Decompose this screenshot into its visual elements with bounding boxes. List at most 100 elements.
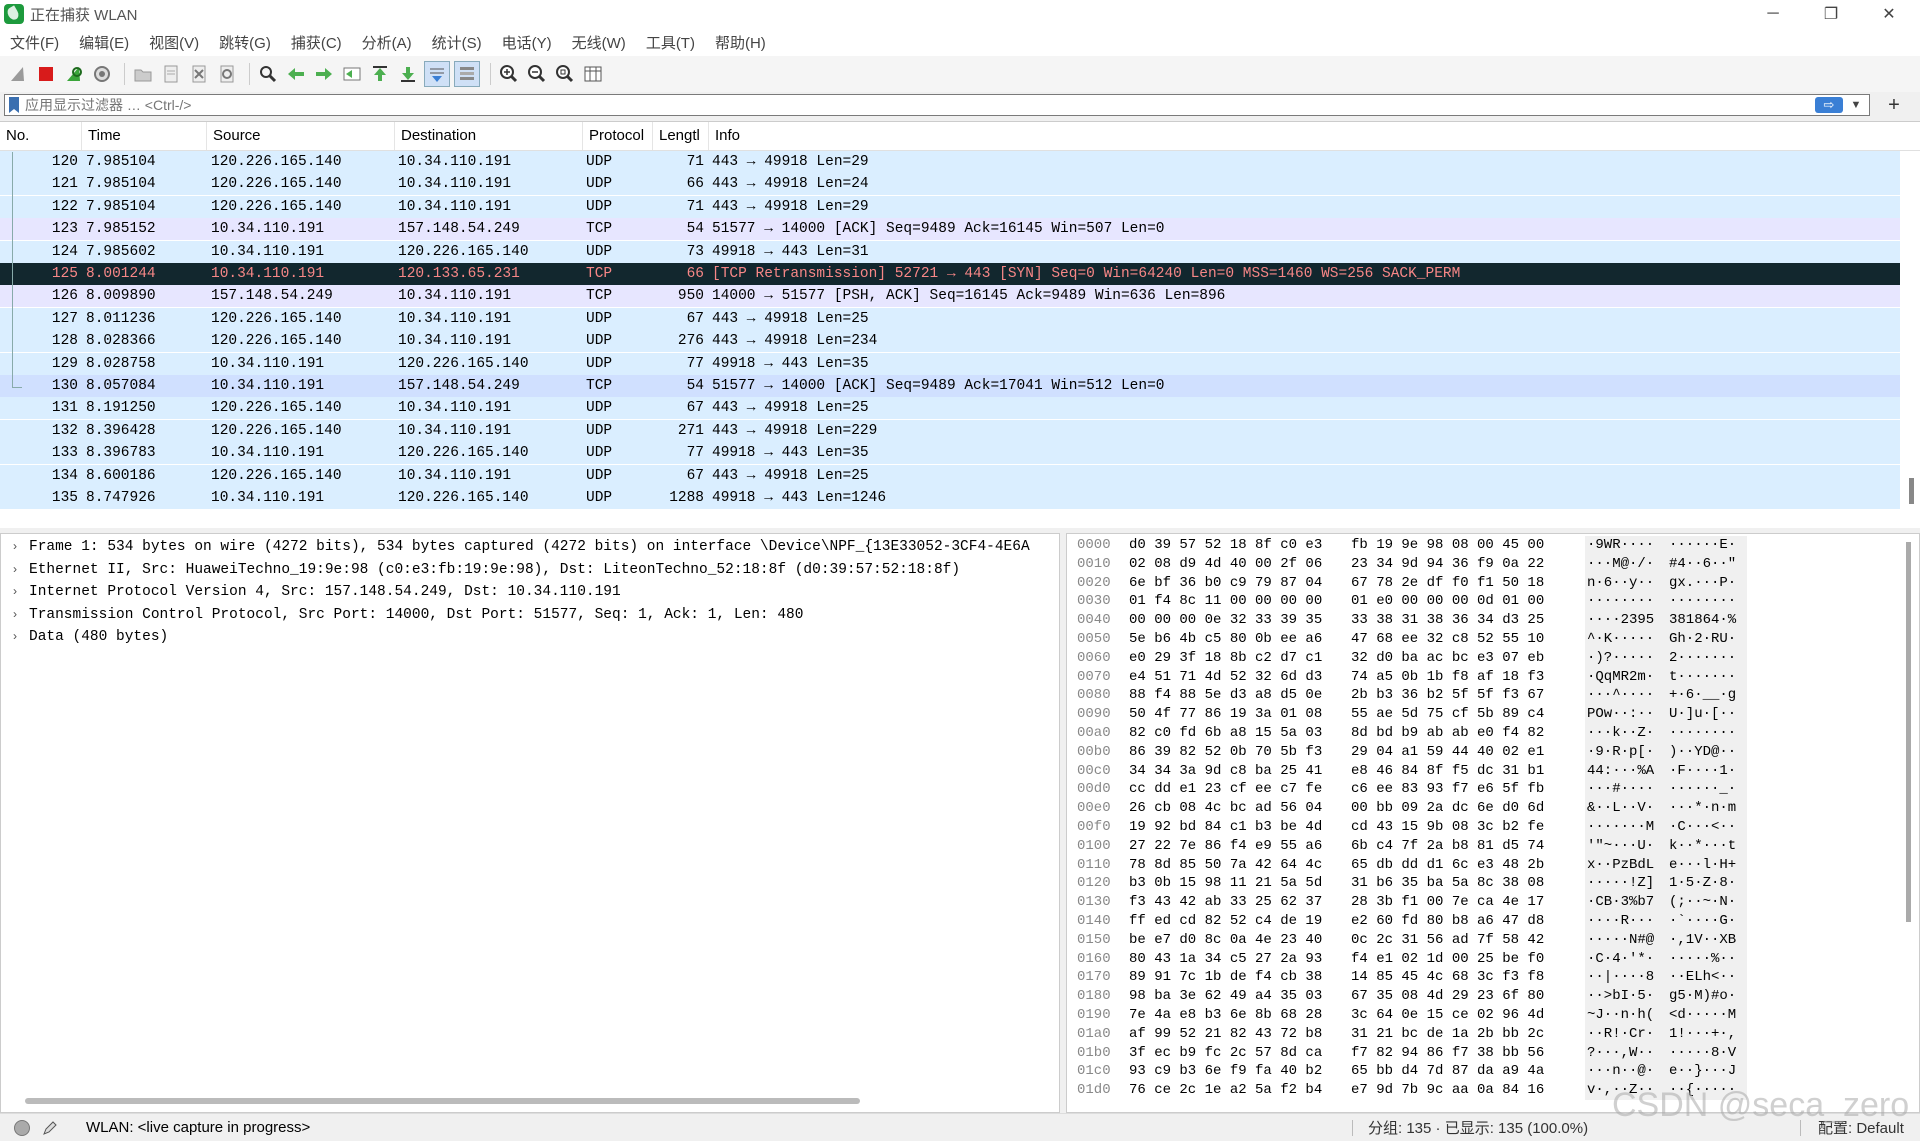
hex-bytes[interactable]: e4 51 71 4d 52 32 6d d3 <box>1129 668 1322 687</box>
ascii-bytes[interactable]: ······E· <box>1669 536 1736 555</box>
hex-offset[interactable]: 01d0 <box>1077 1081 1111 1100</box>
hex-bytes[interactable]: 3f ec b9 fc 2c 57 8d ca <box>1129 1044 1322 1063</box>
ascii-bytes[interactable]: ··|····8 <box>1587 968 1654 987</box>
ascii-bytes[interactable]: (;··~·N· <box>1669 893 1736 912</box>
details-horizontal-scrollbar[interactable] <box>25 1098 860 1104</box>
ascii-bytes[interactable]: x··PzBdL <box>1587 856 1654 875</box>
ascii-bytes[interactable]: ·CB·3%b7 <box>1587 893 1654 912</box>
hex-bytes[interactable]: e2 60 fd 80 b8 a6 47 d8 <box>1351 912 1544 931</box>
hex-offset[interactable]: 0140 <box>1077 912 1111 931</box>
hex-bytes[interactable]: 02 08 d9 4d 40 00 2f 06 <box>1129 555 1322 574</box>
ascii-bytes[interactable]: ··>bI·5· <box>1587 987 1654 1006</box>
menu-analyze[interactable]: 分析(A) <box>352 32 422 53</box>
ascii-bytes[interactable]: e···l·H+ <box>1669 856 1736 875</box>
menu-tools[interactable]: 工具(T) <box>636 32 705 53</box>
hex-offset[interactable]: 0050 <box>1077 630 1111 649</box>
hex-offset[interactable]: 0020 <box>1077 574 1111 593</box>
hex-offset[interactable]: 01b0 <box>1077 1044 1111 1063</box>
hex-offset[interactable]: 0010 <box>1077 555 1111 574</box>
column-header-source[interactable]: Source <box>207 122 395 150</box>
column-header-length[interactable]: Lengtl <box>653 122 709 150</box>
menu-wireless[interactable]: 无线(W) <box>562 32 636 53</box>
detail-tree-item[interactable]: › Internet Protocol Version 4, Src: 157.1… <box>1 581 1059 604</box>
hex-bytes[interactable]: e8 46 84 8f f5 dc 31 b1 <box>1351 762 1544 781</box>
hex-bytes[interactable]: f3 43 42 ab 33 25 62 37 <box>1129 893 1322 912</box>
ascii-bytes[interactable]: ········ <box>1669 724 1736 743</box>
hex-bytes[interactable]: f4 e1 02 1d 00 25 be f0 <box>1351 950 1544 969</box>
hex-bytes[interactable]: 55 ae 5d 75 cf 5b 89 c4 <box>1351 705 1544 724</box>
hex-offset[interactable]: 01c0 <box>1077 1062 1111 1081</box>
hex-bytes[interactable]: 80 43 1a 34 c5 27 2a 93 <box>1129 950 1322 969</box>
ascii-bytes[interactable]: ·,1V··XB <box>1669 931 1736 950</box>
hex-bytes[interactable]: 89 91 7c 1b de f4 cb 38 <box>1129 968 1322 987</box>
ascii-bytes[interactable]: gx.···P· <box>1669 574 1736 593</box>
hex-bytes[interactable]: 67 78 2e df f0 f1 50 18 <box>1351 574 1544 593</box>
menu-statistics[interactable]: 统计(S) <box>422 32 492 53</box>
hex-bytes[interactable]: cd 43 15 9b 08 3c b2 fe <box>1351 818 1544 837</box>
ascii-bytes[interactable]: g5·M)#o· <box>1669 987 1736 1006</box>
hex-bytes[interactable]: 76 ce 2c 1e a2 5a f2 b4 <box>1129 1081 1322 1100</box>
hex-bytes[interactable]: 32 d0 ba ac bc e3 07 eb <box>1351 649 1544 668</box>
ascii-bytes[interactable]: ···M@·/· <box>1587 555 1654 574</box>
hex-bytes[interactable]: f7 82 94 86 f7 38 bb 56 <box>1351 1044 1544 1063</box>
ascii-bytes[interactable]: &··L··V· <box>1587 799 1654 818</box>
ascii-bytes[interactable]: ···*·n·m <box>1669 799 1736 818</box>
capture-comment-icon[interactable] <box>42 1120 58 1136</box>
ascii-bytes[interactable]: Gh·2·RU· <box>1669 630 1736 649</box>
hex-bytes[interactable]: d0 39 57 52 18 8f c0 e3 <box>1129 536 1322 555</box>
hex-bytes[interactable]: af 99 52 21 82 43 72 b8 <box>1129 1025 1322 1044</box>
ascii-bytes[interactable]: +·6·__·g <box>1669 686 1736 705</box>
hex-bytes[interactable]: 0c 2c 31 56 ad 7f 58 42 <box>1351 931 1544 950</box>
hex-bytes[interactable]: 31 b6 35 ba 5a 8c 38 08 <box>1351 874 1544 893</box>
hex-bytes[interactable]: cc dd e1 23 cf ee c7 fe <box>1129 780 1322 799</box>
profile-label[interactable]: 配置: Default <box>1818 1117 1904 1138</box>
add-filter-button[interactable]: + <box>1882 94 1906 116</box>
ascii-bytes[interactable]: <d·····M <box>1669 1006 1736 1025</box>
ascii-bytes[interactable]: ·····!Z] <box>1587 874 1654 893</box>
ascii-bytes[interactable]: ··ELh<·· <box>1669 968 1736 987</box>
hex-bytes[interactable]: 3c 64 0e 15 ce 02 96 4d <box>1351 1006 1544 1025</box>
ascii-bytes[interactable]: 381864·% <box>1669 611 1736 630</box>
packet-row[interactable]: 121 7.985104 120.226.165.140 10.34.110.191 U… <box>0 173 1900 196</box>
go-back-icon[interactable] <box>284 62 308 86</box>
hex-bytes[interactable]: be e7 d0 8c 0a 4e 23 40 <box>1129 931 1322 950</box>
hex-bytes[interactable]: 27 22 7e 86 f4 e9 55 a6 <box>1129 837 1322 856</box>
packet-row[interactable]: 128 8.028366 120.226.165.140 10.34.110.191 U… <box>0 330 1900 353</box>
resize-columns-icon[interactable] <box>581 62 605 86</box>
ascii-bytes[interactable]: ·····N#@ <box>1587 931 1654 950</box>
hex-bytes[interactable]: 01 f4 8c 11 00 00 00 00 <box>1129 592 1322 611</box>
go-to-packet-icon[interactable] <box>340 62 364 86</box>
column-header-info[interactable]: Info <box>709 122 1920 150</box>
ascii-bytes[interactable]: t······· <box>1669 668 1736 687</box>
packet-row[interactable]: 130 8.057084 10.34.110.191 157.148.54.249 TC… <box>0 375 1900 397</box>
ascii-bytes[interactable]: 1!···+·, <box>1669 1025 1736 1044</box>
column-header-protocol[interactable]: Protocol <box>583 122 653 150</box>
ascii-bytes[interactable]: 2······· <box>1669 649 1736 668</box>
hex-bytes[interactable]: 28 3b f1 00 7e ca 4e 17 <box>1351 893 1544 912</box>
packet-row[interactable]: 122 7.985104 120.226.165.140 10.34.110.191 U… <box>0 195 1900 218</box>
detail-tree-item[interactable]: › Ethernet II, Src: HuaweiTechno_19:9e:98… <box>1 559 1059 582</box>
hex-offset[interactable]: 0080 <box>1077 686 1111 705</box>
ascii-bytes[interactable]: ^·K····· <box>1587 630 1654 649</box>
chevron-right-icon[interactable]: › <box>1 626 29 649</box>
packet-row[interactable]: 120 7.985104 120.226.165.140 10.34.110.191 U… <box>0 151 1900 173</box>
hex-offset[interactable]: 0130 <box>1077 893 1111 912</box>
ascii-bytes[interactable]: ····R··· <box>1587 912 1654 931</box>
ascii-bytes[interactable]: ·······M <box>1587 818 1654 837</box>
hex-bytes[interactable]: 65 db dd d1 6c e3 48 2b <box>1351 856 1544 875</box>
go-last-icon[interactable] <box>396 62 420 86</box>
packet-row[interactable]: 131 8.191250 120.226.165.140 10.34.110.191 U… <box>0 397 1900 420</box>
close-button[interactable]: ✕ <box>1860 0 1918 28</box>
apply-filter-arrow-icon[interactable]: ⇨ <box>1815 97 1843 113</box>
hex-bytes[interactable]: b3 0b 15 98 11 21 5a 5d <box>1129 874 1322 893</box>
restore-button[interactable]: ❐ <box>1802 0 1860 28</box>
hex-offset[interactable]: 0170 <box>1077 968 1111 987</box>
ascii-bytes[interactable]: e··}···J <box>1669 1062 1736 1081</box>
hex-offset[interactable]: 0120 <box>1077 874 1111 893</box>
chevron-right-icon[interactable]: › <box>1 581 29 604</box>
hex-bytes[interactable]: 86 39 82 52 0b 70 5b f3 <box>1129 743 1322 762</box>
hex-offset[interactable]: 00c0 <box>1077 762 1111 781</box>
hex-bytes[interactable]: 7e 4a e8 b3 6e 8b 68 28 <box>1129 1006 1322 1025</box>
ascii-bytes[interactable]: )··YD@·· <box>1669 743 1736 762</box>
packet-row[interactable]: 124 7.985602 10.34.110.191 120.226.165.140 U… <box>0 240 1900 263</box>
